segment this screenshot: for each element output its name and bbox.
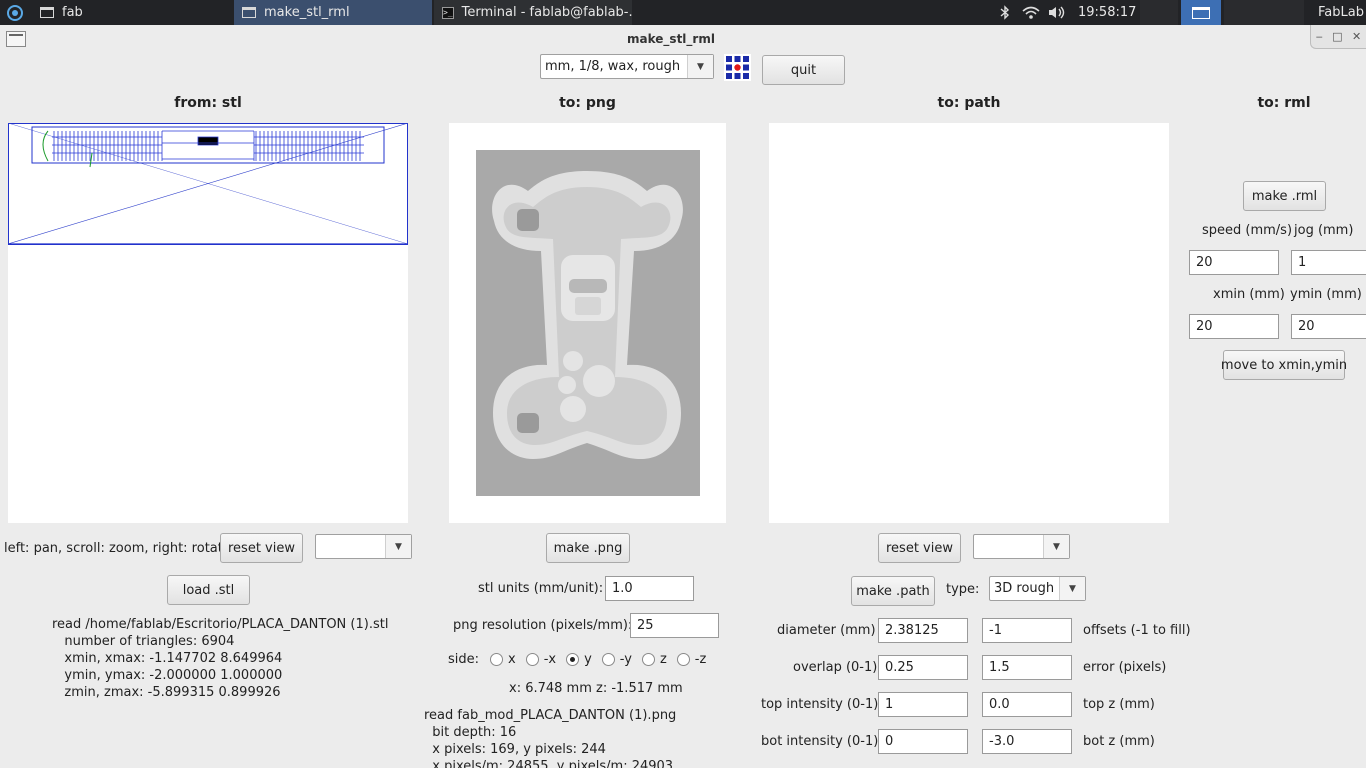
path-column-title: to: path bbox=[937, 95, 1001, 111]
path-type-select[interactable]: 3D rough ▼ bbox=[989, 576, 1086, 601]
path-type-value: 3D rough bbox=[994, 581, 1055, 596]
volume-icon[interactable] bbox=[1046, 0, 1068, 25]
side-radio-y[interactable]: y bbox=[566, 652, 592, 667]
side-radio-minus-y[interactable]: -y bbox=[601, 652, 632, 667]
stl-units-input[interactable]: 1.0 bbox=[605, 576, 694, 601]
rml-column-title: to: rml bbox=[1257, 95, 1311, 111]
wifi-icon[interactable] bbox=[1019, 0, 1043, 25]
path-reset-view-button[interactable]: reset view bbox=[878, 533, 961, 563]
terminal-icon: >_ bbox=[442, 6, 454, 19]
preset-value: mm, 1/8, wax, rough bbox=[545, 59, 681, 74]
jog-input[interactable]: 1 bbox=[1291, 250, 1366, 275]
bot-intensity-input[interactable]: 0 bbox=[878, 729, 968, 754]
task-label: Terminal - fablab@fablab-... bbox=[461, 5, 632, 20]
path-view-select[interactable]: ▼ bbox=[973, 534, 1070, 559]
clock[interactable]: 19:58:17 bbox=[1078, 0, 1138, 25]
top-z-input[interactable]: 0.0 bbox=[982, 692, 1072, 717]
stl-view-select[interactable]: ▼ bbox=[315, 534, 412, 559]
chevron-down-icon: ▼ bbox=[1059, 577, 1085, 600]
workspace-3[interactable] bbox=[1224, 0, 1304, 25]
diameter-input[interactable]: 2.38125 bbox=[878, 618, 968, 643]
png-resolution-label: png resolution (pixels/mm): bbox=[453, 618, 633, 633]
bluetooth-icon[interactable] bbox=[996, 0, 1014, 25]
make-png-button[interactable]: make .png bbox=[546, 533, 630, 563]
side-radio-minus-z[interactable]: -z bbox=[676, 652, 706, 667]
window-title: make_stl_rml bbox=[627, 32, 715, 46]
error-label: error (pixels) bbox=[1083, 660, 1167, 675]
move-to-xmin-ymin-button[interactable]: move to xmin,ymin bbox=[1221, 350, 1347, 380]
ymin-input[interactable]: 20 bbox=[1291, 314, 1366, 339]
user-label[interactable]: FabLab bbox=[1318, 0, 1366, 25]
png-info-text: read fab_mod_PLACA_DANTON (1).png bit de… bbox=[424, 708, 677, 768]
maximize-icon[interactable]: □ bbox=[1332, 30, 1342, 43]
side-radio-x[interactable]: x bbox=[490, 652, 516, 667]
offsets-label: offsets (-1 to fill) bbox=[1083, 623, 1191, 638]
task-label: fab bbox=[62, 5, 83, 20]
window-icon bbox=[1192, 6, 1210, 19]
chevron-down-icon: ▼ bbox=[687, 55, 713, 78]
path-view-canvas[interactable] bbox=[769, 123, 1169, 523]
speed-label: speed (mm/s) bbox=[1202, 223, 1293, 238]
chevron-down-icon: ▼ bbox=[385, 535, 411, 558]
window-controls: ‒ □ ✕ bbox=[1310, 25, 1366, 49]
stl-column-title: from: stl bbox=[174, 95, 242, 111]
stl-units-label: stl units (mm/unit): bbox=[478, 581, 604, 596]
workspace-2[interactable] bbox=[1181, 0, 1221, 25]
task-fab[interactable]: fab bbox=[32, 0, 230, 25]
top-z-label: top z (mm) bbox=[1083, 697, 1155, 712]
bot-z-input[interactable]: -3.0 bbox=[982, 729, 1072, 754]
taskbar: fab make_stl_rml >_ Terminal - fablab@fa… bbox=[0, 0, 1366, 25]
task-label: make_stl_rml bbox=[264, 5, 350, 20]
close-icon[interactable]: ✕ bbox=[1352, 30, 1361, 43]
xmin-input[interactable]: 20 bbox=[1189, 314, 1279, 339]
png-view-canvas[interactable] bbox=[449, 123, 726, 523]
error-input[interactable]: 1.5 bbox=[982, 655, 1072, 680]
stl-wireframe bbox=[7, 122, 409, 245]
ymin-label: ymin (mm) bbox=[1290, 287, 1362, 302]
side-radio-minus-x[interactable]: -x bbox=[525, 652, 556, 667]
type-label: type: bbox=[946, 582, 980, 597]
diameter-label: diameter (mm) bbox=[777, 623, 876, 638]
app-menu-icon[interactable] bbox=[4, 0, 26, 25]
top-intensity-input[interactable]: 1 bbox=[878, 692, 968, 717]
preset-select[interactable]: mm, 1/8, wax, rough ▼ bbox=[540, 54, 714, 79]
quit-button[interactable]: quit bbox=[762, 55, 845, 85]
png-column-title: to: png bbox=[559, 95, 616, 111]
workspace-1[interactable] bbox=[1140, 0, 1178, 25]
task-make-stl-rml[interactable]: make_stl_rml bbox=[234, 0, 432, 25]
speed-input[interactable]: 20 bbox=[1189, 250, 1279, 275]
bot-intensity-label: bot intensity (0-1) bbox=[761, 734, 879, 749]
title-bar[interactable]: make_stl_rml ‒ □ ✕ bbox=[0, 25, 1366, 53]
window-icon bbox=[242, 7, 256, 18]
make-rml-button[interactable]: make .rml bbox=[1243, 181, 1326, 211]
stl-info-text: read /home/fablab/Escritorio/PLACA_DANTO… bbox=[52, 617, 389, 700]
stl-reset-view-button[interactable]: reset view bbox=[220, 533, 303, 563]
overlap-label: overlap (0-1) bbox=[793, 660, 878, 675]
side-radio-group: x -x y -y z -z bbox=[490, 652, 716, 667]
side-radio-z[interactable]: z bbox=[641, 652, 667, 667]
side-label: side: bbox=[448, 652, 480, 667]
png-heightmap-image bbox=[476, 150, 700, 496]
stl-view-hint: left: pan, scroll: zoom, right: rotate bbox=[4, 541, 231, 556]
jog-label: jog (mm) bbox=[1294, 223, 1354, 238]
task-terminal[interactable]: >_ Terminal - fablab@fablab-... bbox=[434, 0, 632, 25]
minimize-icon[interactable]: ‒ bbox=[1316, 30, 1323, 43]
overlap-input[interactable]: 0.25 bbox=[878, 655, 968, 680]
fab-logo-icon bbox=[724, 54, 751, 81]
offsets-input[interactable]: -1 bbox=[982, 618, 1072, 643]
chevron-down-icon: ▼ bbox=[1043, 535, 1069, 558]
top-intensity-label: top intensity (0-1) bbox=[761, 697, 879, 712]
make-path-button[interactable]: make .path bbox=[851, 576, 935, 606]
xmin-label: xmin (mm) bbox=[1213, 287, 1285, 302]
window-icon bbox=[40, 7, 54, 18]
load-stl-button[interactable]: load .stl bbox=[167, 575, 250, 605]
app-window: make_stl_rml ‒ □ ✕ mm, 1/8, wax, rough ▼… bbox=[0, 25, 1366, 768]
bot-z-label: bot z (mm) bbox=[1083, 734, 1155, 749]
png-resolution-input[interactable]: 25 bbox=[630, 613, 719, 638]
stl-view-canvas[interactable] bbox=[7, 122, 409, 523]
png-coords-readout: x: 6.748 mm z: -1.517 mm bbox=[509, 681, 683, 696]
